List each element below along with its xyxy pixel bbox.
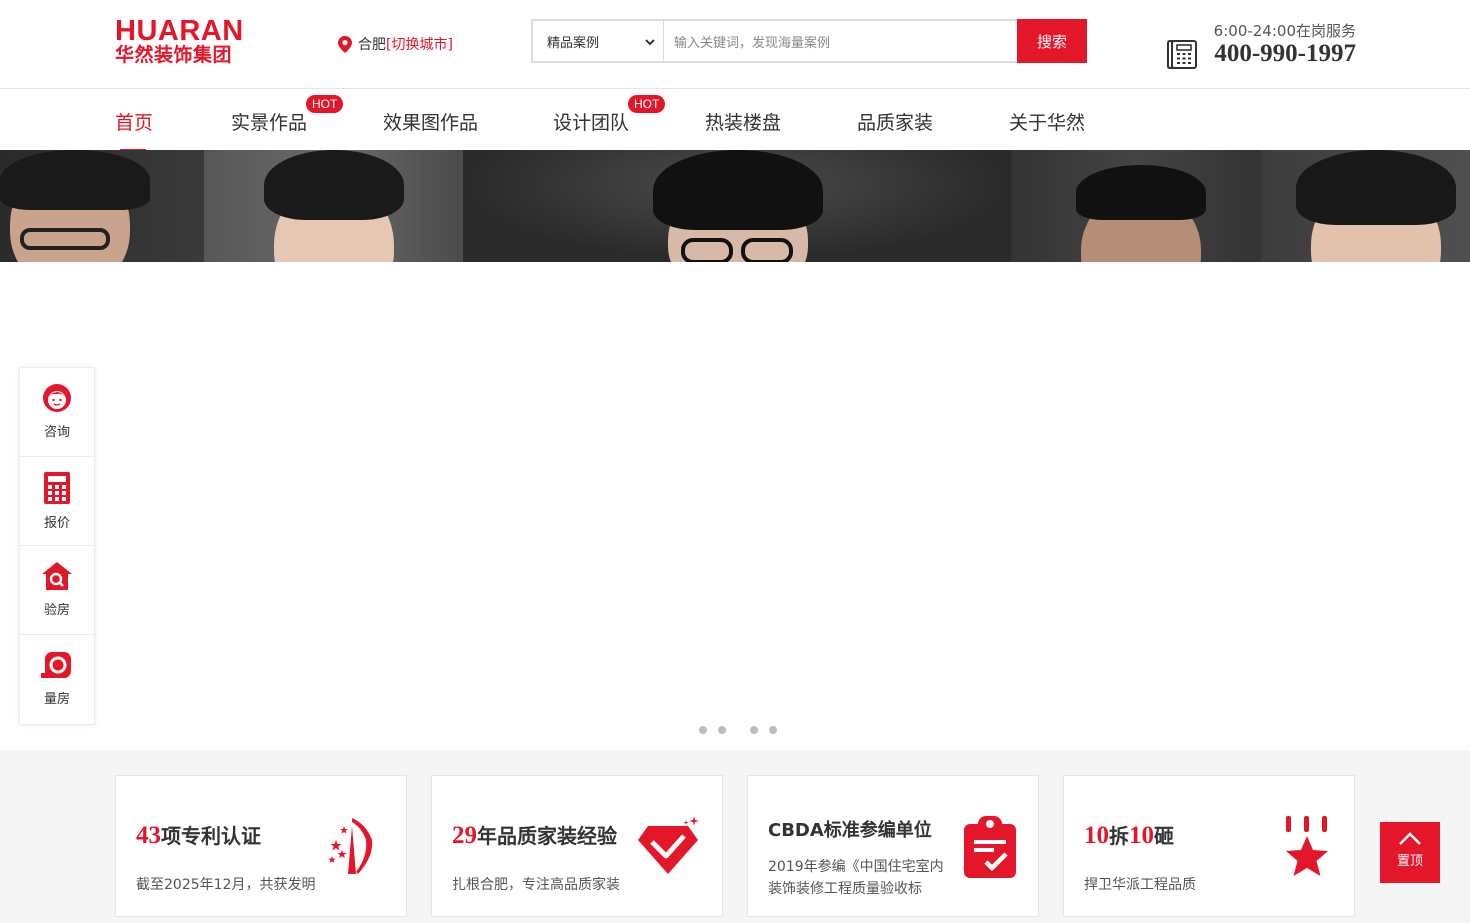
- designer-photo: [0, 150, 204, 262]
- feature-title: 29年品质家装经验: [452, 820, 617, 850]
- feature-desc: 截至2025年12月，共获发明: [136, 877, 316, 893]
- nav-item-design-team[interactable]: 设计团队: [553, 108, 629, 135]
- feature-title: 43项专利认证: [136, 820, 261, 850]
- diamond-check-icon: [638, 816, 699, 874]
- designer-photo: [1261, 150, 1470, 262]
- nav-item-real-cases[interactable]: 实景作品: [231, 108, 307, 135]
- floating-tool-sidebar: 咨询 报价 验房 量房: [19, 367, 95, 725]
- feature-card[interactable]: 43项专利认证 截至2025年12月，共获发明: [115, 775, 407, 917]
- logo[interactable]: HUARAN 华然装饰集团: [115, 15, 261, 67]
- feature-desc: 2019年参编《中国住宅室内装饰装修工程质量验收标: [768, 859, 944, 897]
- search-category-select[interactable]: 精品案例: [531, 19, 664, 63]
- logo-cn: 华然装饰集团: [115, 44, 233, 66]
- nav-item-renderings[interactable]: 效果图作品: [383, 108, 478, 135]
- location-pin-icon: [338, 35, 352, 53]
- hot-badge: HOT: [306, 95, 344, 113]
- sidebar-item-label: 验房: [43, 603, 70, 618]
- calculator-icon: [44, 472, 70, 504]
- search-input[interactable]: 输入关键词，发现海量案例: [664, 19, 1017, 63]
- feature-title-text: 砸: [1154, 824, 1174, 848]
- carousel-dot[interactable]: [699, 726, 707, 734]
- service-hours: 6:00-24:00在岗服务: [1213, 22, 1356, 40]
- nav-item-quality-decor[interactable]: 品质家装: [857, 108, 933, 135]
- feature-title-text: 项专利认证: [161, 824, 261, 848]
- designer-photo: [204, 150, 463, 262]
- feature-title-text: 拆: [1109, 824, 1129, 848]
- patent-icon: [328, 818, 373, 874]
- feature-desc: 扎根合肥，专注高品质家装: [452, 877, 620, 893]
- feature-card[interactable]: 10拆10砸 捍卫华派工程品质: [1063, 775, 1355, 917]
- carousel-dot[interactable]: [750, 726, 758, 734]
- main-nav: 首页 实景作品 HOT 效果图作品 设计团队 HOT 热装楼盘 品质家装 关于华…: [0, 90, 1470, 151]
- designer-photo: [463, 150, 1011, 262]
- feature-number: 10: [1084, 822, 1109, 849]
- back-to-top-label: 置顶: [1396, 854, 1423, 869]
- clipboard-check-icon: [964, 816, 1016, 878]
- chevron-up-icon: [1399, 832, 1421, 845]
- hotline-number[interactable]: 400-990-1997: [1214, 40, 1356, 68]
- tape-measure-icon: [41, 652, 71, 678]
- nav-item-hot-estates[interactable]: 热装楼盘: [705, 108, 781, 135]
- house-inspect-icon: [42, 562, 72, 590]
- site-header: HUARAN 华然装饰集团 合肥 [切换城市] 精品案例 输入关键词，发现海量案…: [0, 0, 1470, 89]
- search-bar: 精品案例 输入关键词，发现海量案例 搜索: [531, 19, 1087, 63]
- banner-carousel-area: [0, 262, 1470, 750]
- telephone-icon: [1167, 40, 1197, 69]
- city-name: 合肥: [358, 37, 386, 53]
- search-button[interactable]: 搜索: [1017, 19, 1087, 63]
- hot-badge: HOT: [628, 95, 666, 113]
- feature-card[interactable]: 29年品质家装经验 扎根合肥，专注高品质家装: [431, 775, 723, 917]
- sidebar-item-inspect[interactable]: 验房: [20, 546, 94, 635]
- sidebar-item-label: 量房: [43, 692, 70, 707]
- carousel-dot[interactable]: [769, 726, 777, 734]
- search-category-value: 精品案例: [547, 35, 600, 51]
- sidebar-item-label: 咨询: [43, 425, 70, 440]
- hero-banner-image[interactable]: [0, 150, 1470, 262]
- feature-desc: 捍卫华派工程品质: [1084, 877, 1196, 893]
- back-to-top-button[interactable]: 置顶: [1380, 822, 1440, 883]
- chevron-down-icon: [645, 39, 655, 46]
- hotline: 6:00-24:00在岗服务 400-990-1997: [1166, 20, 1356, 72]
- nav-item-home[interactable]: 首页: [115, 108, 153, 135]
- designer-photo: [1011, 150, 1261, 262]
- sidebar-item-consult[interactable]: 咨询: [20, 368, 94, 457]
- feature-number: 29: [452, 822, 477, 849]
- feature-title: CBDA标准参编单位: [768, 820, 932, 841]
- feature-title: 10拆10砸: [1084, 820, 1174, 850]
- feature-number: 43: [136, 822, 161, 849]
- carousel-pagination: [699, 726, 788, 734]
- sidebar-item-quote[interactable]: 报价: [20, 457, 94, 546]
- city-selector: 合肥 [切换城市]: [338, 34, 453, 54]
- features-section: 43项专利认证 截至2025年12月，共获发明 29年品质家装经验 扎根合肥，专…: [0, 750, 1470, 923]
- carousel-dot[interactable]: [718, 726, 726, 734]
- sidebar-item-measure[interactable]: 量房: [20, 635, 94, 724]
- feature-card[interactable]: CBDA标准参编单位 2019年参编《中国住宅室内装饰装修工程质量验收标: [747, 775, 1039, 917]
- star-medal-icon: [1286, 816, 1328, 876]
- sidebar-item-label: 报价: [43, 516, 70, 531]
- feature-number: 10: [1129, 822, 1154, 849]
- nav-item-about[interactable]: 关于华然: [1009, 108, 1085, 135]
- feature-title-text: 年品质家装经验: [477, 824, 617, 848]
- consultant-icon: [43, 384, 71, 412]
- switch-city-link[interactable]: [切换城市]: [386, 34, 453, 54]
- logo-en: HUARAN: [115, 15, 244, 47]
